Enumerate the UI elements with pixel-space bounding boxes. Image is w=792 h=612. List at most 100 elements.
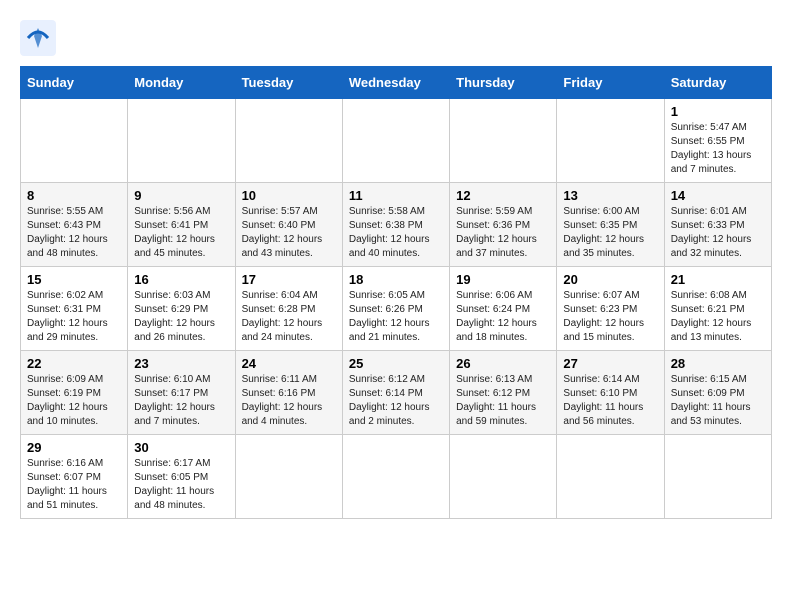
- day-content: Sunrise: 6:15 AMSunset: 6:09 PMDaylight:…: [671, 374, 751, 427]
- day-number: 16: [134, 272, 228, 287]
- day-number: 8: [27, 188, 121, 203]
- day-content: Sunrise: 6:03 AMSunset: 6:29 PMDaylight:…: [134, 290, 215, 343]
- day-content: Sunrise: 6:01 AMSunset: 6:33 PMDaylight:…: [671, 206, 752, 259]
- calendar-cell: 29 Sunrise: 6:16 AMSunset: 6:07 PMDayligh…: [21, 435, 128, 519]
- day-number: 23: [134, 356, 228, 371]
- header-saturday: Saturday: [664, 67, 771, 99]
- calendar-cell: 15 Sunrise: 6:02 AMSunset: 6:31 PMDayligh…: [21, 267, 128, 351]
- calendar-row: 29 Sunrise: 6:16 AMSunset: 6:07 PMDayligh…: [21, 435, 772, 519]
- calendar-table: SundayMondayTuesdayWednesdayThursdayFrid…: [20, 66, 772, 519]
- day-content: Sunrise: 6:16 AMSunset: 6:07 PMDaylight:…: [27, 458, 107, 511]
- day-number: 19: [456, 272, 550, 287]
- calendar-cell: [235, 435, 342, 519]
- calendar-cell: [128, 99, 235, 183]
- calendar-cell: [557, 99, 664, 183]
- day-content: Sunrise: 5:58 AMSunset: 6:38 PMDaylight:…: [349, 206, 430, 259]
- day-content: Sunrise: 6:13 AMSunset: 6:12 PMDaylight:…: [456, 374, 536, 427]
- calendar-cell: 10 Sunrise: 5:57 AMSunset: 6:40 PMDayligh…: [235, 183, 342, 267]
- calendar-cell: 17 Sunrise: 6:04 AMSunset: 6:28 PMDayligh…: [235, 267, 342, 351]
- day-content: Sunrise: 6:17 AMSunset: 6:05 PMDaylight:…: [134, 458, 214, 511]
- day-content: Sunrise: 5:47 AMSunset: 6:55 PMDaylight:…: [671, 122, 752, 175]
- day-content: Sunrise: 6:00 AMSunset: 6:35 PMDaylight:…: [563, 206, 644, 259]
- calendar-cell: [342, 435, 449, 519]
- calendar-cell: [235, 99, 342, 183]
- calendar-row: 22 Sunrise: 6:09 AMSunset: 6:19 PMDayligh…: [21, 351, 772, 435]
- calendar-cell: 19 Sunrise: 6:06 AMSunset: 6:24 PMDayligh…: [450, 267, 557, 351]
- day-content: Sunrise: 6:10 AMSunset: 6:17 PMDaylight:…: [134, 374, 215, 427]
- day-number: 11: [349, 188, 443, 203]
- calendar-cell: 28 Sunrise: 6:15 AMSunset: 6:09 PMDayligh…: [664, 351, 771, 435]
- header-tuesday: Tuesday: [235, 67, 342, 99]
- header-thursday: Thursday: [450, 67, 557, 99]
- header-sunday: Sunday: [21, 67, 128, 99]
- calendar-cell: 9 Sunrise: 5:56 AMSunset: 6:41 PMDaylight…: [128, 183, 235, 267]
- page-header: [20, 20, 772, 56]
- calendar-cell: [450, 99, 557, 183]
- calendar-cell: [664, 435, 771, 519]
- calendar-cell: 18 Sunrise: 6:05 AMSunset: 6:26 PMDayligh…: [342, 267, 449, 351]
- header-wednesday: Wednesday: [342, 67, 449, 99]
- day-content: Sunrise: 6:04 AMSunset: 6:28 PMDaylight:…: [242, 290, 323, 343]
- header-friday: Friday: [557, 67, 664, 99]
- logo-icon: [20, 20, 56, 56]
- day-number: 14: [671, 188, 765, 203]
- calendar-cell: 27 Sunrise: 6:14 AMSunset: 6:10 PMDayligh…: [557, 351, 664, 435]
- day-number: 25: [349, 356, 443, 371]
- calendar-cell: [21, 99, 128, 183]
- calendar-row: 15 Sunrise: 6:02 AMSunset: 6:31 PMDayligh…: [21, 267, 772, 351]
- day-content: Sunrise: 5:57 AMSunset: 6:40 PMDaylight:…: [242, 206, 323, 259]
- day-content: Sunrise: 5:56 AMSunset: 6:41 PMDaylight:…: [134, 206, 215, 259]
- day-content: Sunrise: 6:07 AMSunset: 6:23 PMDaylight:…: [563, 290, 644, 343]
- day-number: 22: [27, 356, 121, 371]
- day-content: Sunrise: 6:14 AMSunset: 6:10 PMDaylight:…: [563, 374, 643, 427]
- header-monday: Monday: [128, 67, 235, 99]
- day-content: Sunrise: 6:12 AMSunset: 6:14 PMDaylight:…: [349, 374, 430, 427]
- day-number: 12: [456, 188, 550, 203]
- day-number: 10: [242, 188, 336, 203]
- day-number: 18: [349, 272, 443, 287]
- day-number: 20: [563, 272, 657, 287]
- day-number: 15: [27, 272, 121, 287]
- calendar-row: 8 Sunrise: 5:55 AMSunset: 6:43 PMDaylight…: [21, 183, 772, 267]
- calendar-cell: 20 Sunrise: 6:07 AMSunset: 6:23 PMDayligh…: [557, 267, 664, 351]
- calendar-cell: 16 Sunrise: 6:03 AMSunset: 6:29 PMDayligh…: [128, 267, 235, 351]
- day-number: 26: [456, 356, 550, 371]
- calendar-cell: 23 Sunrise: 6:10 AMSunset: 6:17 PMDayligh…: [128, 351, 235, 435]
- calendar-cell: 21 Sunrise: 6:08 AMSunset: 6:21 PMDayligh…: [664, 267, 771, 351]
- day-content: Sunrise: 6:08 AMSunset: 6:21 PMDaylight:…: [671, 290, 752, 343]
- calendar-cell: 30 Sunrise: 6:17 AMSunset: 6:05 PMDayligh…: [128, 435, 235, 519]
- day-number: 1: [671, 104, 765, 119]
- calendar-cell: 24 Sunrise: 6:11 AMSunset: 6:16 PMDayligh…: [235, 351, 342, 435]
- day-content: Sunrise: 6:11 AMSunset: 6:16 PMDaylight:…: [242, 374, 323, 427]
- day-number: 17: [242, 272, 336, 287]
- day-number: 29: [27, 440, 121, 455]
- day-number: 30: [134, 440, 228, 455]
- day-number: 28: [671, 356, 765, 371]
- day-content: Sunrise: 6:02 AMSunset: 6:31 PMDaylight:…: [27, 290, 108, 343]
- day-number: 27: [563, 356, 657, 371]
- day-content: Sunrise: 5:55 AMSunset: 6:43 PMDaylight:…: [27, 206, 108, 259]
- calendar-cell: 13 Sunrise: 6:00 AMSunset: 6:35 PMDayligh…: [557, 183, 664, 267]
- calendar-cell: 14 Sunrise: 6:01 AMSunset: 6:33 PMDayligh…: [664, 183, 771, 267]
- day-number: 13: [563, 188, 657, 203]
- day-content: Sunrise: 6:05 AMSunset: 6:26 PMDaylight:…: [349, 290, 430, 343]
- calendar-cell: 22 Sunrise: 6:09 AMSunset: 6:19 PMDayligh…: [21, 351, 128, 435]
- day-content: Sunrise: 6:09 AMSunset: 6:19 PMDaylight:…: [27, 374, 108, 427]
- day-content: Sunrise: 5:59 AMSunset: 6:36 PMDaylight:…: [456, 206, 537, 259]
- calendar-cell: [557, 435, 664, 519]
- logo: [20, 20, 60, 56]
- day-content: Sunrise: 6:06 AMSunset: 6:24 PMDaylight:…: [456, 290, 537, 343]
- calendar-cell: 25 Sunrise: 6:12 AMSunset: 6:14 PMDayligh…: [342, 351, 449, 435]
- calendar-row: 1 Sunrise: 5:47 AMSunset: 6:55 PMDaylight…: [21, 99, 772, 183]
- calendar-cell: 26 Sunrise: 6:13 AMSunset: 6:12 PMDayligh…: [450, 351, 557, 435]
- day-number: 24: [242, 356, 336, 371]
- calendar-cell: 11 Sunrise: 5:58 AMSunset: 6:38 PMDayligh…: [342, 183, 449, 267]
- calendar-cell: 1 Sunrise: 5:47 AMSunset: 6:55 PMDaylight…: [664, 99, 771, 183]
- calendar-header: SundayMondayTuesdayWednesdayThursdayFrid…: [21, 67, 772, 99]
- day-number: 21: [671, 272, 765, 287]
- calendar-cell: 12 Sunrise: 5:59 AMSunset: 6:36 PMDayligh…: [450, 183, 557, 267]
- calendar-cell: [450, 435, 557, 519]
- calendar-cell: 8 Sunrise: 5:55 AMSunset: 6:43 PMDaylight…: [21, 183, 128, 267]
- calendar-cell: [342, 99, 449, 183]
- day-number: 9: [134, 188, 228, 203]
